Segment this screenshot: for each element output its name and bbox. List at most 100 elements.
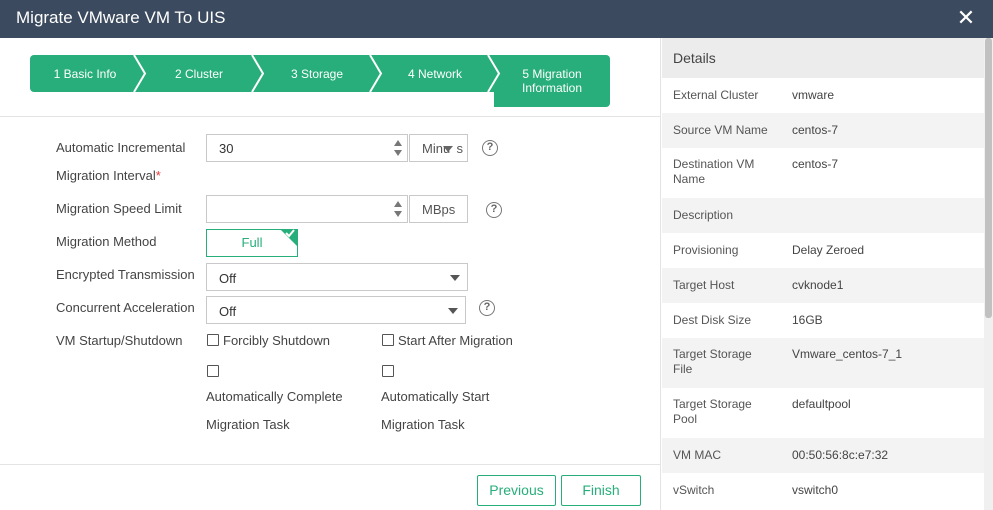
details-key: VM MAC (673, 448, 721, 462)
checkmark-icon (285, 229, 295, 238)
details-value: defaultpool (792, 397, 851, 411)
speed-stepper[interactable] (206, 195, 408, 223)
details-header: Details (662, 38, 984, 78)
dialog-title: Migrate VMware VM To UIS (16, 8, 226, 27)
details-row: Target Storage File Vmware_centos-7_1 (662, 338, 984, 388)
concurrent-select[interactable]: Off (206, 296, 466, 324)
help-icon[interactable]: ? (482, 140, 498, 156)
speed-label: Migration Speed Limit (56, 201, 182, 216)
chevron-down-icon (450, 275, 460, 281)
wizard-main-panel: 1 Basic Info 2 Cluster 3 Storage 4 Netwo… (0, 38, 661, 510)
start-after-migration-label: Start After Migration (398, 333, 513, 348)
step-cluster[interactable]: 2 Cluster (140, 55, 258, 92)
details-key: Source VM Name (673, 123, 768, 137)
details-key: Description (673, 208, 734, 222)
details-row: vSwitch vswitch0 (662, 473, 984, 508)
step-label: 4 Network (407, 66, 463, 81)
details-row: Destination VM Name centos-7 (662, 148, 984, 198)
step-chevron-icon (369, 55, 383, 92)
auto-complete-label-line2: Migration Task (206, 417, 290, 432)
help-icon[interactable]: ? (486, 202, 502, 218)
chevron-down-icon (448, 308, 458, 314)
finish-button[interactable]: Finish (561, 475, 641, 506)
details-row: Provisioning Delay Zeroed (662, 233, 984, 268)
forcibly-shutdown-checkbox[interactable] (207, 334, 219, 346)
details-row: External Cluster vmware (662, 78, 984, 113)
startup-label: VM Startup/Shutdown (56, 333, 183, 348)
details-value: vmware (792, 88, 835, 102)
previous-button[interactable]: Previous (477, 475, 556, 506)
spin-down-icon[interactable] (393, 210, 403, 218)
interval-unit-tail: s (456, 141, 464, 156)
step-chevron-icon (133, 55, 147, 92)
step-network[interactable]: 4 Network (376, 55, 494, 92)
step-label: 5 Migration Information (522, 67, 582, 95)
interval-label: Automatic Incremental Migration Interval… (56, 134, 185, 190)
concurrent-value: Off (219, 304, 237, 319)
details-value: Vmware_centos-7_1 (792, 347, 903, 361)
speed-unit-value: MBps (422, 202, 456, 217)
interval-unit-select[interactable]: Minu s (409, 134, 468, 162)
spin-up-icon[interactable] (393, 200, 403, 208)
spin-up-icon[interactable] (393, 139, 403, 147)
step-migration-information[interactable]: 5 Migration Information (494, 55, 610, 107)
details-value: 16GB (792, 313, 823, 327)
method-value: Full (241, 235, 263, 250)
details-row: Description (662, 198, 984, 233)
details-key: Target Host (673, 278, 735, 292)
details-value: 00:50:56:8c:e7:32 (792, 448, 889, 462)
step-label: 2 Cluster (174, 66, 224, 81)
spin-down-icon[interactable] (393, 149, 403, 157)
details-value: cvknode1 (792, 278, 844, 292)
details-key: Target Storage Pool (673, 397, 752, 426)
details-value: centos-7 (792, 123, 839, 137)
dialog-titlebar: Migrate VMware VM To UIS ✕ (0, 0, 993, 38)
encrypted-value: Off (219, 271, 237, 286)
auto-complete-label: Automatically Complete Migration Task (206, 383, 343, 439)
method-full-option[interactable]: Full (206, 229, 298, 257)
details-key: External Cluster (673, 88, 759, 102)
details-row: Source VM Name centos-7 (662, 113, 984, 148)
step-label: 1 Basic Info (53, 66, 117, 81)
details-title: Details (673, 50, 716, 66)
help-icon[interactable]: ? (479, 300, 495, 316)
details-value: Delay Zeroed (792, 243, 865, 257)
step-storage[interactable]: 3 Storage (258, 55, 376, 92)
step-chevron-icon (487, 55, 501, 92)
details-key: Target Storage File (673, 347, 752, 376)
details-row: Target Storage Pool defaultpool (662, 388, 984, 438)
auto-start-label-line1: Automatically Start (381, 389, 490, 404)
method-label: Migration Method (56, 234, 157, 249)
start-after-migration-checkbox[interactable] (382, 334, 394, 346)
details-key: Dest Disk Size (673, 313, 752, 327)
auto-start-label-line2: Migration Task (381, 417, 465, 432)
interval-label-line2: Migration Interval (56, 168, 156, 183)
step-label-line1: 5 Migration (522, 67, 582, 81)
step-basic-info[interactable]: 1 Basic Info (30, 55, 140, 92)
details-value: centos-7 (792, 157, 839, 171)
chevron-down-icon (443, 146, 453, 152)
interval-label-line1: Automatic Incremental (56, 140, 186, 155)
details-row: Target Host cvknode1 (662, 268, 984, 303)
details-panel: Details External Cluster vmware Source V… (662, 38, 993, 510)
step-label: 3 Storage (290, 66, 344, 81)
close-icon[interactable]: ✕ (955, 6, 977, 30)
divider (0, 116, 661, 117)
auto-complete-checkbox[interactable] (207, 365, 219, 377)
interval-stepper[interactable]: 30 (206, 134, 408, 162)
details-key: Provisioning (673, 243, 739, 257)
interval-value: 30 (219, 141, 234, 156)
details-value: vswitch0 (792, 483, 839, 497)
details-scrollbar-thumb[interactable] (985, 38, 992, 318)
wizard-steps: 1 Basic Info 2 Cluster 3 Storage 4 Netwo… (30, 55, 610, 107)
forcibly-shutdown-label: Forcibly Shutdown (223, 333, 330, 348)
speed-unit: MBps (409, 195, 468, 223)
auto-complete-label-line1: Automatically Complete (206, 389, 343, 404)
details-row: VM MAC 00:50:56:8c:e7:32 (662, 438, 984, 473)
step-label-line2: Information (521, 81, 583, 95)
auto-start-checkbox[interactable] (382, 365, 394, 377)
step-chevron-icon (251, 55, 265, 92)
encrypted-select[interactable]: Off (206, 263, 468, 291)
details-key: Destination VM Name (673, 157, 755, 186)
divider (0, 464, 661, 465)
